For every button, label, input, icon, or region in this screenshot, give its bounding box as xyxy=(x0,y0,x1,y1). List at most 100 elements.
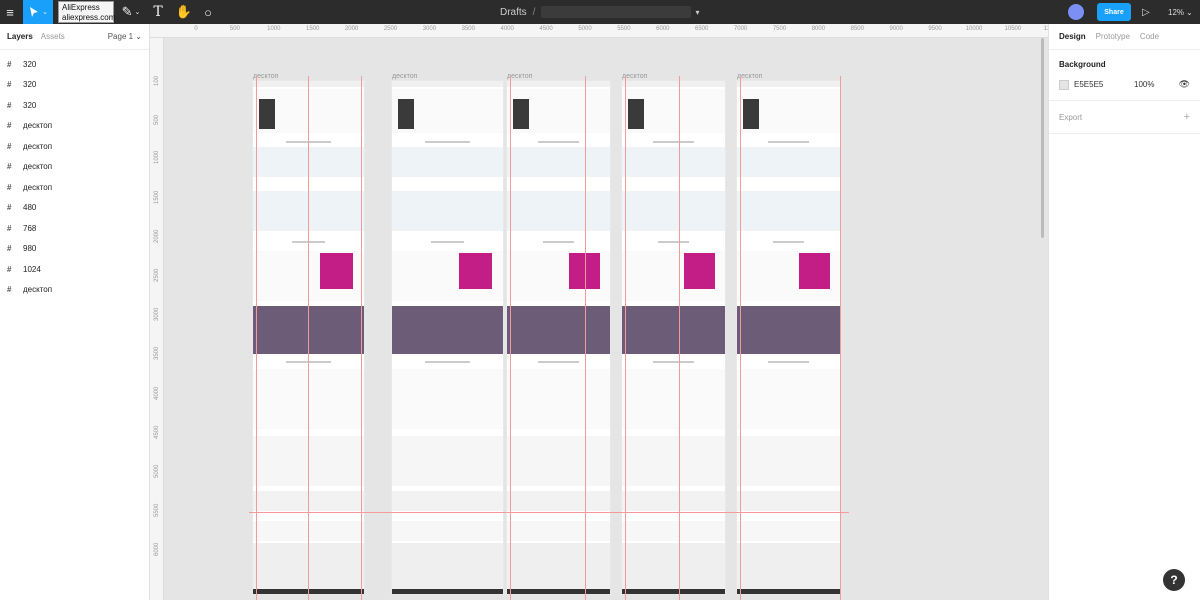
frame-section xyxy=(507,147,610,177)
ruler-tick-label: 6500 xyxy=(695,26,709,32)
frame-section xyxy=(392,491,503,511)
frame-section xyxy=(259,99,275,129)
layout-guide-vertical[interactable] xyxy=(256,76,257,600)
layer-item[interactable]: #320 xyxy=(0,75,149,96)
layer-label: 1024 xyxy=(23,264,41,274)
drafts-link[interactable]: Drafts xyxy=(500,7,527,18)
canvas-scrollbar[interactable] xyxy=(1041,38,1044,238)
tab-design[interactable]: Design xyxy=(1059,32,1086,41)
ruler-tick-label: 3000 xyxy=(422,26,437,32)
frame-section xyxy=(652,361,695,363)
layout-guide-vertical[interactable] xyxy=(625,76,626,600)
layout-guide-vertical[interactable] xyxy=(585,76,586,600)
frame-section xyxy=(392,369,503,429)
canvas[interactable]: десктоп десктоп десктоп десктоп десктоп xyxy=(164,38,1048,600)
page-selector[interactable]: Page 1 ⌄ xyxy=(108,32,142,41)
layer-item[interactable]: # десктоп xyxy=(0,157,149,178)
ruler-tick-label: 5500 xyxy=(617,26,631,32)
layer-item[interactable]: #480 xyxy=(0,198,149,219)
hamburger-icon[interactable]: ≡ xyxy=(0,0,20,24)
file-name-field[interactable] xyxy=(541,6,692,18)
add-export-icon[interactable]: + xyxy=(1184,111,1190,123)
artboard-frame[interactable] xyxy=(392,81,503,594)
play-icon[interactable]: ▷ xyxy=(1142,0,1154,24)
hand-icon[interactable]: ✋ xyxy=(176,0,192,24)
help-button[interactable]: ? xyxy=(1163,569,1185,591)
layer-item[interactable]: #768 xyxy=(0,218,149,239)
layer-item[interactable]: #320 xyxy=(0,54,149,75)
layout-guide-vertical[interactable] xyxy=(840,76,841,600)
layer-item[interactable]: #1024 xyxy=(0,259,149,280)
layer-item[interactable]: # десктоп xyxy=(0,177,149,198)
share-button[interactable]: Share xyxy=(1097,3,1131,21)
page-name: Page 1 xyxy=(107,32,134,41)
frame-section xyxy=(737,369,840,429)
frame-section xyxy=(622,369,725,429)
cursor-icon[interactable]: ⌄ xyxy=(23,0,53,24)
frame-icon: # xyxy=(7,80,12,90)
text-tool-icon[interactable]: T xyxy=(150,0,166,24)
frame-section xyxy=(537,141,580,143)
ruler-tick-label: 5000 xyxy=(154,464,160,478)
layer-item[interactable]: # десктоп xyxy=(0,280,149,301)
artboard-frame[interactable] xyxy=(737,81,840,594)
frame-icon: # xyxy=(7,182,12,192)
layer-item[interactable]: #980 xyxy=(0,239,149,260)
layer-label: десктоп xyxy=(23,121,53,131)
zoom-value: 12% xyxy=(1168,7,1185,17)
frame-section xyxy=(507,589,610,594)
avatar[interactable] xyxy=(1068,4,1084,20)
frame-label[interactable]: десктоп xyxy=(392,73,417,80)
frame-section xyxy=(737,81,840,87)
artboard-frame[interactable] xyxy=(507,81,610,594)
frame-section xyxy=(622,436,725,486)
frame-section xyxy=(622,543,725,591)
layout-guide-horizontal[interactable] xyxy=(249,512,849,513)
color-swatch[interactable] xyxy=(1059,79,1069,90)
layer-label: 768 xyxy=(23,223,37,233)
eye-icon[interactable]: 👁 xyxy=(1179,79,1190,90)
ruler-tick-label: 4000 xyxy=(500,26,514,32)
layout-guide-vertical[interactable] xyxy=(308,76,309,600)
artboard-frame[interactable] xyxy=(622,81,725,594)
ruler-tick-label: 2000 xyxy=(154,229,160,243)
background-opacity-input[interactable]: 100% xyxy=(1134,80,1154,89)
comment-icon[interactable]: ○ xyxy=(200,0,216,24)
ruler-tick-label: 9500 xyxy=(928,26,942,32)
layer-label: 320 xyxy=(23,59,37,69)
ruler-tick-label: 2500 xyxy=(383,26,398,32)
layer-item[interactable]: # десктоп xyxy=(0,136,149,157)
layout-guide-vertical[interactable] xyxy=(679,76,680,600)
background-hex-input[interactable]: E5E5E5 xyxy=(1074,80,1124,89)
layer-item[interactable]: #320 xyxy=(0,95,149,116)
frame-section xyxy=(430,241,465,243)
ruler-tick-label: 10500 xyxy=(1004,26,1022,32)
frame-section xyxy=(767,361,810,363)
export-label: Export xyxy=(1059,112,1083,122)
frame-section xyxy=(458,253,492,289)
pen-icon[interactable]: ✎ ⌄ xyxy=(118,0,144,24)
layout-guide-vertical[interactable] xyxy=(740,76,741,600)
layout-guide-vertical[interactable] xyxy=(361,76,362,600)
frame-section xyxy=(622,191,725,231)
frame-section xyxy=(543,241,574,243)
left-panel-tabs: Layers Assets Page 1 ⌄ xyxy=(0,24,149,50)
tab-prototype[interactable]: Prototype xyxy=(1096,32,1130,41)
ruler-tick-label: 8000 xyxy=(811,26,826,32)
tab-assets[interactable]: Assets xyxy=(41,32,65,41)
ruler-tick-label: 6000 xyxy=(656,26,670,32)
layer-label: 480 xyxy=(23,203,37,213)
chevron-down-icon[interactable]: ▾ xyxy=(695,8,699,17)
tab-layers[interactable]: Layers xyxy=(7,32,33,41)
frame-section xyxy=(392,589,503,594)
layers-panel: Layers Assets Page 1 ⌄ #320 #320 #320 # деск… xyxy=(0,24,150,600)
layout-guide-vertical[interactable] xyxy=(510,76,511,600)
zoom-control[interactable]: 12% ⌄ xyxy=(1168,0,1193,24)
frame-section xyxy=(622,81,725,87)
tab-code[interactable]: Code xyxy=(1140,32,1159,41)
layer-item[interactable]: # десктоп xyxy=(0,116,149,137)
frame-section xyxy=(507,369,610,429)
right-panel-tabs: Design Prototype Code xyxy=(1049,24,1200,50)
frame-section xyxy=(737,191,840,231)
frame-section xyxy=(737,589,840,594)
